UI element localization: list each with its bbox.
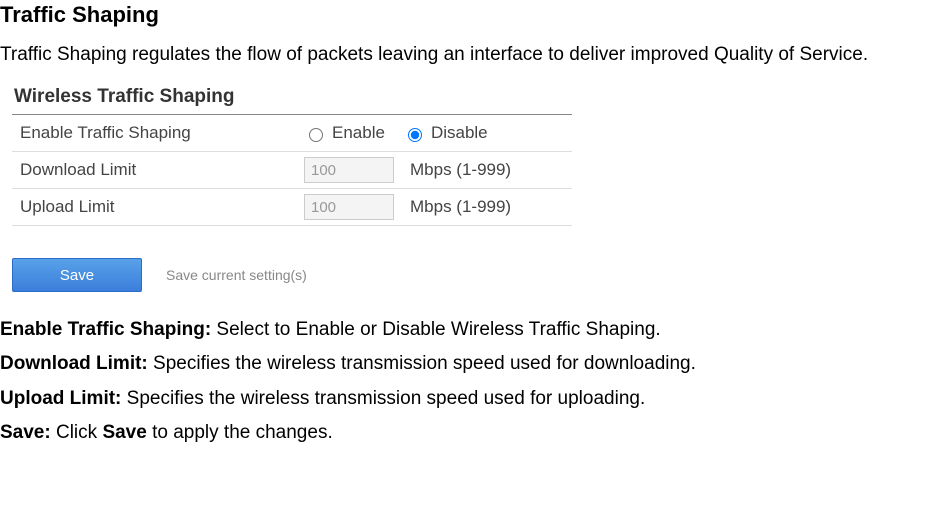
def-save-term: Save: (0, 422, 51, 443)
row-download: Download Limit Mbps (1-999) (12, 152, 572, 189)
def-upload-term: Upload Limit: (0, 388, 121, 409)
download-input[interactable] (304, 157, 394, 183)
def-save-term2: Save (102, 422, 146, 443)
enable-radio[interactable] (309, 128, 323, 142)
def-download-term: Download Limit: (0, 353, 148, 374)
disable-radio[interactable] (408, 128, 422, 142)
def-save-post: to apply the changes. (147, 422, 333, 443)
enable-option-text: Enable (332, 123, 385, 143)
page-title: Traffic Shaping (0, 2, 933, 28)
def-download: Download Limit: Specifies the wireless t… (0, 348, 933, 380)
def-upload: Upload Limit: Specifies the wireless tra… (0, 383, 933, 415)
def-save-pre: Click (51, 422, 103, 443)
upload-unit: Mbps (1-999) (410, 197, 511, 217)
save-hint: Save current setting(s) (166, 267, 307, 283)
upload-label: Upload Limit (12, 193, 304, 221)
download-label: Download Limit (12, 156, 304, 184)
def-download-text: Specifies the wireless transmission spee… (148, 353, 696, 374)
def-upload-text: Specifies the wireless transmission spee… (121, 388, 645, 409)
def-enable: Enable Traffic Shaping: Select to Enable… (0, 314, 933, 346)
disable-radio-label[interactable]: Disable (403, 123, 488, 143)
disable-option-text: Disable (431, 123, 488, 143)
download-control: Mbps (1-999) (304, 155, 572, 185)
download-unit: Mbps (1-999) (410, 160, 511, 180)
upload-control: Mbps (1-999) (304, 192, 572, 222)
row-enable: Enable Traffic Shaping Enable Disable (12, 115, 572, 152)
panel-heading: Wireless Traffic Shaping (12, 82, 572, 115)
definitions: Enable Traffic Shaping: Select to Enable… (0, 314, 933, 449)
enable-label: Enable Traffic Shaping (12, 119, 304, 147)
save-row: Save Save current setting(s) (12, 258, 933, 292)
save-button[interactable]: Save (12, 258, 142, 292)
def-save: Save: Click Save to apply the changes. (0, 417, 933, 449)
def-enable-term: Enable Traffic Shaping: (0, 319, 211, 340)
row-upload: Upload Limit Mbps (1-999) (12, 189, 572, 226)
settings-panel: Wireless Traffic Shaping Enable Traffic … (12, 82, 572, 226)
enable-control: Enable Disable (304, 121, 572, 145)
intro-text: Traffic Shaping regulates the flow of pa… (0, 44, 933, 66)
enable-radio-label[interactable]: Enable (304, 123, 385, 143)
upload-input[interactable] (304, 194, 394, 220)
def-enable-text: Select to Enable or Disable Wireless Tra… (211, 319, 661, 340)
